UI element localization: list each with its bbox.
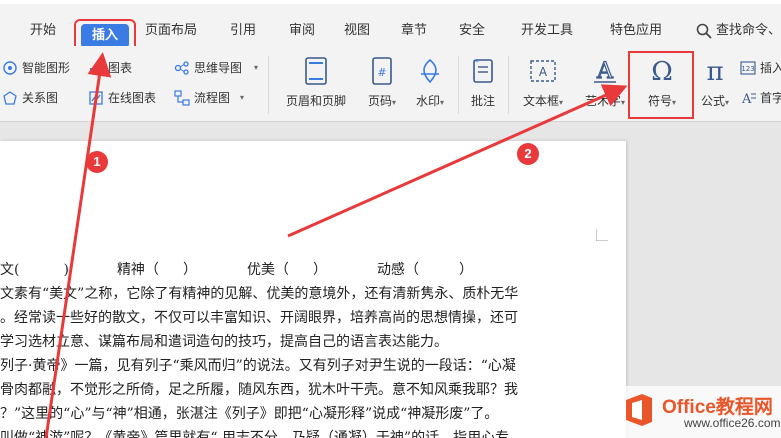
wordart-button[interactable]: A 艺术字▾ xyxy=(576,50,634,116)
doc-text: 精神（ xyxy=(116,262,159,278)
svg-text:#: # xyxy=(377,66,386,79)
tab-insert-label: 插入 xyxy=(81,24,129,48)
document-page[interactable]: 文() 精神（ ） 优美（ ） 动感（ ） 文素有“美文”之称，它除了有精神的见解、优美的意… xyxy=(0,141,626,438)
relation-map-label: 关系图 xyxy=(22,91,59,105)
smart-art-icon xyxy=(3,61,17,75)
doc-line-5: 列子·黄帝》一篇，见有列子“乘风而归”的说法。又有列子对尹生说的一段话：“心凝 xyxy=(0,358,516,374)
annotation-badge-1: 1 xyxy=(86,151,108,173)
chart-icon xyxy=(90,64,102,74)
doc-line-8: 叫做“神游”呢？《黄帝》篇里就有“ 用志不分，乃疑（通凝）于神”的话，指用心专 xyxy=(0,430,510,438)
page-number-icon: # xyxy=(372,57,392,85)
textbox-button[interactable]: A 文本框▾ xyxy=(514,50,572,116)
page-number-label: 页码▾ xyxy=(367,94,397,108)
tab-security[interactable]: 安全 xyxy=(459,16,485,46)
office-logo-icon xyxy=(626,394,652,426)
drop-cap-icon: A xyxy=(741,92,756,106)
svg-text:*: * xyxy=(475,58,479,67)
tab-page-layout[interactable]: 页面布局 xyxy=(145,16,197,46)
doc-line-6: 骨肉都融，不觉形之所倚，足之所履，随风东西，犹木叶干壳。意不知风乘我耶？我 xyxy=(0,382,518,398)
watermark-button[interactable]: 水印▾ xyxy=(408,50,452,116)
svg-text:π: π xyxy=(706,57,723,86)
doc-line-4: 学习选材立意、谋篇布局和遣词造句的技巧，提高自己的语言表达能力。 xyxy=(0,334,448,350)
flowchart-label: 流程图 xyxy=(194,91,231,105)
online-chart-label: 在线图表 xyxy=(108,91,157,105)
svg-text:123: 123 xyxy=(741,65,754,73)
online-chart-icon xyxy=(89,91,103,105)
formula-button[interactable]: π 公式▾ xyxy=(694,50,736,116)
textbox-label: 文本框▾ xyxy=(522,94,564,108)
flowchart-icon xyxy=(174,90,190,106)
tab-developer[interactable]: 开发工具 xyxy=(521,16,573,46)
header-footer-label: 页眉和页脚 xyxy=(285,94,346,108)
smart-art-label: 智能图形 xyxy=(22,61,71,75)
number-icon: 123 xyxy=(740,61,756,75)
menu-tab-bar: 开始 插入 页面布局 引用 审阅 视图 章节 安全 开发工具 特色应用 查找命令… xyxy=(0,0,781,53)
search-icon xyxy=(696,23,712,39)
doc-line-1: 文() 精神（ ） 优美（ ） 动感（ ） xyxy=(0,259,473,281)
annotation-badge-2: 2 xyxy=(517,143,539,165)
tab-view[interactable]: 视图 xyxy=(344,16,370,46)
mind-map-dropdown-icon: ▾ xyxy=(254,63,259,72)
textbox-icon: A xyxy=(530,60,556,82)
doc-line-3: 。经常读一些好的散文，不仅可以丰富知识、开阔眼界，培养高尚的思想情操，还可 xyxy=(0,310,518,326)
doc-text: ） xyxy=(458,262,473,278)
doc-line-7: ？”这里的“心”与“神”相通，张湛注《列子》即把“心凝形释”说成“神凝形废”了。 xyxy=(0,406,499,422)
insert-number-label: 插入 xyxy=(760,61,781,75)
wordart-label: 艺术字▾ xyxy=(584,94,626,108)
ribbon-divider xyxy=(268,56,269,114)
svg-text:A: A xyxy=(741,92,752,106)
doc-text: ） xyxy=(182,262,197,278)
watermark-url: www.office26.com xyxy=(684,416,781,430)
flowchart-dropdown-icon: ▾ xyxy=(240,93,245,102)
relation-map-icon xyxy=(3,91,17,105)
doc-text: ） xyxy=(312,262,327,278)
comment-button[interactable]: * 批注 xyxy=(464,50,502,116)
drop-cap-label: 首字 xyxy=(760,91,781,105)
margin-corner-mark xyxy=(596,229,608,241)
ribbon-divider xyxy=(508,56,509,114)
mind-map-label: 思维导图 xyxy=(194,61,243,75)
insert-ribbon: 智能图形 图表 思维导图 ▾ 关系图 在线图表 流程图 ▾ 页眉和页脚 # 页码… xyxy=(0,46,781,122)
doc-text: 优美（ xyxy=(246,262,289,278)
watermark-icon xyxy=(421,58,439,84)
wordart-icon: A xyxy=(594,58,616,85)
tab-special-apps[interactable]: 特色应用 xyxy=(610,16,662,46)
doc-text: ) xyxy=(63,262,69,278)
watermark-label: 水印▾ xyxy=(415,94,445,108)
comment-label: 批注 xyxy=(470,94,495,108)
doc-text: 文( xyxy=(0,262,20,278)
page-number-button[interactable]: # 页码▾ xyxy=(360,50,404,116)
header-footer-icon xyxy=(305,57,327,85)
ribbon-divider xyxy=(458,56,459,114)
svg-text:A: A xyxy=(596,59,614,84)
tab-chapter[interactable]: 章节 xyxy=(401,16,427,46)
comment-icon: * xyxy=(473,58,493,83)
tab-review[interactable]: 审阅 xyxy=(289,16,315,46)
site-watermark: Office教程网 www.office26.com xyxy=(614,386,781,438)
tab-references[interactable]: 引用 xyxy=(230,16,256,46)
mind-map-icon xyxy=(174,61,189,75)
doc-line-2: 文素有“美文”之称，它除了有精神的见解、优美的意境外，还有清新隽永、质朴无华 xyxy=(0,286,519,302)
doc-text: 动感（ xyxy=(376,262,419,278)
header-footer-button[interactable]: 页眉和页脚 xyxy=(280,50,352,116)
tab-home[interactable]: 开始 xyxy=(30,16,56,46)
symbol-highlight-box xyxy=(628,51,694,119)
search-label: 查找命令、 xyxy=(716,23,781,38)
svg-text:A: A xyxy=(539,65,548,79)
formula-label: 公式▾ xyxy=(700,94,730,108)
pi-formula-icon: π xyxy=(706,57,723,86)
watermark-brand: Office教程网 xyxy=(662,397,773,418)
chart-label: 图表 xyxy=(108,61,133,75)
